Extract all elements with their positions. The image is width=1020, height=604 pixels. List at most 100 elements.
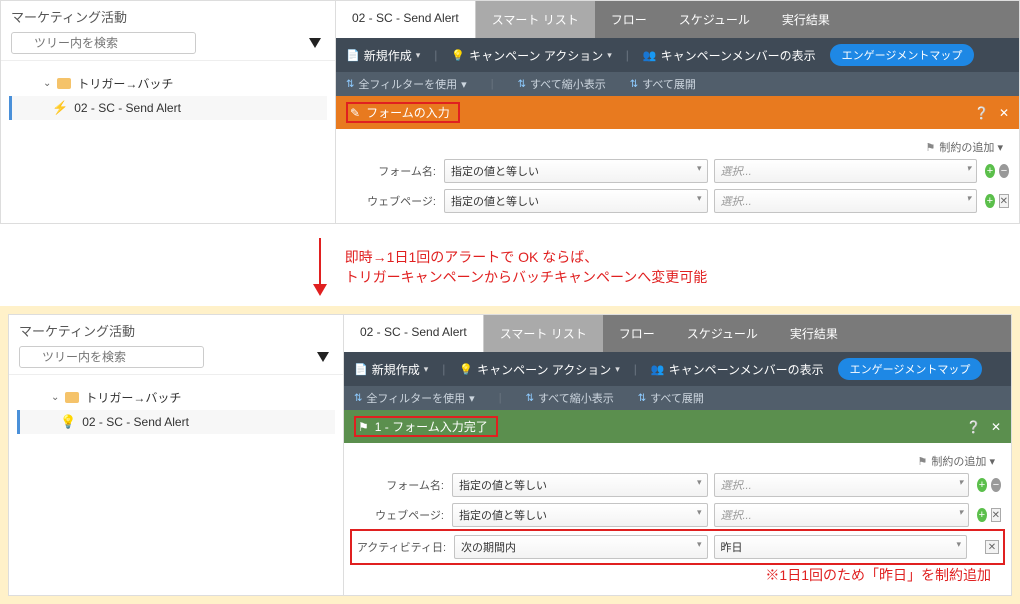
tab-smartlist[interactable]: スマート リスト xyxy=(484,315,603,352)
add-row-button[interactable]: + xyxy=(985,164,995,178)
filter-row-webpage: ウェブページ: 指定の値と等しい 選択... + ✕ xyxy=(346,189,1009,213)
use-all-filters[interactable]: 全フィルターを使用 ▾ xyxy=(354,390,475,406)
toolbar-campaign-actions[interactable]: 💡キャンペーン アクション xyxy=(459,361,619,378)
engagement-map-button[interactable]: エンゲージメントマップ xyxy=(830,44,975,66)
lightbulb-icon: 💡 xyxy=(60,414,76,430)
pencil-icon: ✎ xyxy=(350,106,360,120)
value-select[interactable]: 選択... xyxy=(714,189,978,213)
search-input[interactable] xyxy=(11,32,196,54)
campaign-title: 02 - SC - Send Alert xyxy=(336,1,476,38)
toolbar-new[interactable]: 📄新規作成 xyxy=(354,361,428,378)
tab-schedule[interactable]: スケジュール xyxy=(671,315,774,352)
batch-panel: ⚑ 1 - フォーム入力完了 ❔ ✕ ⚑制約の追加 ▾ フォーム名: 指定の値と等… xyxy=(344,410,1011,595)
toolbar: 📄新規作成 | 💡キャンペーン アクション | 👥キャンペーンメンバーの表示 エ… xyxy=(336,38,1019,72)
arrow-down-icon xyxy=(313,238,327,296)
tree-folder-label: トリガー→バッチ xyxy=(77,75,173,92)
toolbar: 📄新規作成 | 💡キャンペーン アクション | 👥キャンペーンメンバーの表示 エ… xyxy=(344,352,1011,386)
tab-schedule[interactable]: スケジュール xyxy=(663,1,766,38)
add-row-button[interactable]: + xyxy=(985,194,995,208)
tab-results[interactable]: 実行結果 xyxy=(766,1,846,38)
toolbar-campaign-actions[interactable]: 💡キャンペーン アクション xyxy=(451,47,611,64)
filter-row-form: フォーム名: 指定の値と等しい 選択... + − xyxy=(354,473,1001,497)
filter-label: フォーム名: xyxy=(346,163,436,179)
engagement-map-button[interactable]: エンゲージメントマップ xyxy=(838,358,983,380)
filter-label: フォーム名: xyxy=(354,477,444,493)
search-input[interactable] xyxy=(19,346,204,368)
bolt-icon: ⚡ xyxy=(52,100,68,116)
tab-flow[interactable]: フロー xyxy=(595,1,663,38)
tree-item-label: 02 - SC - Send Alert xyxy=(82,415,189,429)
add-constraint[interactable]: ⚑制約の追加 ▾ xyxy=(346,135,1009,159)
close-icon[interactable]: ✕ xyxy=(991,420,1001,434)
close-icon[interactable]: ✕ xyxy=(999,106,1009,120)
main: 02 - SC - Send Alert スマート リスト フロー スケジュール… xyxy=(336,1,1019,223)
filter-icon[interactable] xyxy=(309,38,321,48)
members-icon: 👥 xyxy=(651,363,665,376)
subbar: 全フィルターを使用 ▾ | すべて縮小表示 すべて展開 xyxy=(336,72,1019,96)
filter-row-webpage: ウェブページ: 指定の値と等しい 選択... + ✕ xyxy=(354,503,1001,527)
delete-row-button[interactable]: ✕ xyxy=(985,540,999,554)
new-icon: 📄 xyxy=(354,363,368,376)
tree-folder[interactable]: ⌄ トリガー→バッチ xyxy=(9,71,327,96)
tree: ⌄ トリガー→バッチ 💡 02 - SC - Send Alert xyxy=(9,375,343,444)
use-all-filters[interactable]: 全フィルターを使用 ▾ xyxy=(346,76,467,92)
sidebar: マーケティング活動 🔍 ⌄ トリガー→バッチ ⚡ 02 - SC - Send … xyxy=(1,1,336,223)
filter-icon: ⚑ xyxy=(358,420,369,434)
add-row-button[interactable]: + xyxy=(977,508,987,522)
operator-select[interactable]: 指定の値と等しい xyxy=(452,503,708,527)
operator-select[interactable]: 次の期間内 xyxy=(454,535,708,559)
folder-icon xyxy=(57,78,71,89)
toolbar-show-members[interactable]: 👥キャンペーンメンバーの表示 xyxy=(643,47,816,64)
tab-flow[interactable]: フロー xyxy=(603,315,671,352)
annotation-line1: 即時→1日1回のアラートで OK ならば、 xyxy=(345,247,708,267)
app-shell-batch: マーケティング活動 🔍 ⌄ トリガー→バッチ 💡 02 - SC - Send … xyxy=(8,314,1012,596)
tree-item-campaign[interactable]: ⚡ 02 - SC - Send Alert xyxy=(9,96,327,120)
highlight-frame: マーケティング活動 🔍 ⌄ トリガー→バッチ 💡 02 - SC - Send … xyxy=(0,306,1020,604)
footnote: ※1日1回のため「昨日」を制約追加 xyxy=(354,561,1001,585)
tree-folder[interactable]: ⌄ トリガー→バッチ xyxy=(17,385,335,410)
tree-item-label: 02 - SC - Send Alert xyxy=(74,101,181,115)
add-constraint[interactable]: ⚑制約の追加 ▾ xyxy=(354,449,1001,473)
tree-item-campaign[interactable]: 💡 02 - SC - Send Alert xyxy=(17,410,335,434)
toolbar-show-members[interactable]: 👥キャンペーンメンバーの表示 xyxy=(651,361,824,378)
campaign-title: 02 - SC - Send Alert xyxy=(344,315,484,352)
tree: ⌄ トリガー→バッチ ⚡ 02 - SC - Send Alert xyxy=(1,61,335,130)
delete-row-button[interactable]: ✕ xyxy=(991,508,1001,522)
collapse-all[interactable]: すべて縮小表示 xyxy=(526,390,614,406)
app-shell-trigger: マーケティング活動 🔍 ⌄ トリガー→バッチ ⚡ 02 - SC - Send … xyxy=(0,0,1020,224)
value-select[interactable]: 選択... xyxy=(714,473,970,497)
remove-row-button[interactable]: − xyxy=(999,164,1009,178)
chevron-down-icon: ⌄ xyxy=(43,78,51,89)
value-select[interactable]: 選択... xyxy=(714,503,970,527)
operator-select[interactable]: 指定の値と等しい xyxy=(444,159,708,183)
value-select[interactable]: 選択... xyxy=(714,159,978,183)
annotation-line2: トリガーキャンペーンからバッチキャンペーンへ変更可能 xyxy=(345,267,708,287)
subbar: 全フィルターを使用 ▾ | すべて縮小表示 すべて展開 xyxy=(344,386,1011,410)
batch-panel-header[interactable]: ⚑ 1 - フォーム入力完了 ❔ ✕ xyxy=(344,410,1011,443)
trigger-panel-header[interactable]: ✎ フォームの入力 ❔ ✕ xyxy=(336,96,1019,129)
expand-all[interactable]: すべて展開 xyxy=(630,76,696,92)
annotation: 即時→1日1回のアラートで OK ならば、 トリガーキャンペーンからバッチキャン… xyxy=(0,238,1020,296)
operator-select[interactable]: 指定の値と等しい xyxy=(452,473,708,497)
sidebar: マーケティング活動 🔍 ⌄ トリガー→バッチ 💡 02 - SC - Send … xyxy=(9,315,344,595)
operator-select[interactable]: 指定の値と等しい xyxy=(444,189,708,213)
remove-row-button[interactable]: − xyxy=(991,478,1001,492)
filter-row-activity-date: アクティビティ日: 次の期間内 昨日 ✕ xyxy=(354,533,1001,561)
batch-title: 1 - フォーム入力完了 xyxy=(375,418,488,435)
help-icon[interactable]: ❔ xyxy=(966,420,981,434)
bulb-icon: 💡 xyxy=(451,49,465,62)
filter-label: アクティビティ日: xyxy=(356,539,446,555)
expand-all[interactable]: すべて展開 xyxy=(638,390,704,406)
filter-icon[interactable] xyxy=(317,352,329,362)
tab-results[interactable]: 実行結果 xyxy=(774,315,854,352)
value-select[interactable]: 昨日 xyxy=(714,535,968,559)
add-row-button[interactable]: + xyxy=(977,478,987,492)
sidebar-title: マーケティング活動 xyxy=(11,7,325,26)
folder-icon xyxy=(65,392,79,403)
toolbar-new[interactable]: 📄新規作成 xyxy=(346,47,420,64)
help-icon[interactable]: ❔ xyxy=(974,106,989,120)
delete-row-button[interactable]: ✕ xyxy=(999,194,1009,208)
tab-smartlist[interactable]: スマート リスト xyxy=(476,1,595,38)
collapse-all[interactable]: すべて縮小表示 xyxy=(518,76,606,92)
trigger-title: フォームの入力 xyxy=(366,104,450,121)
